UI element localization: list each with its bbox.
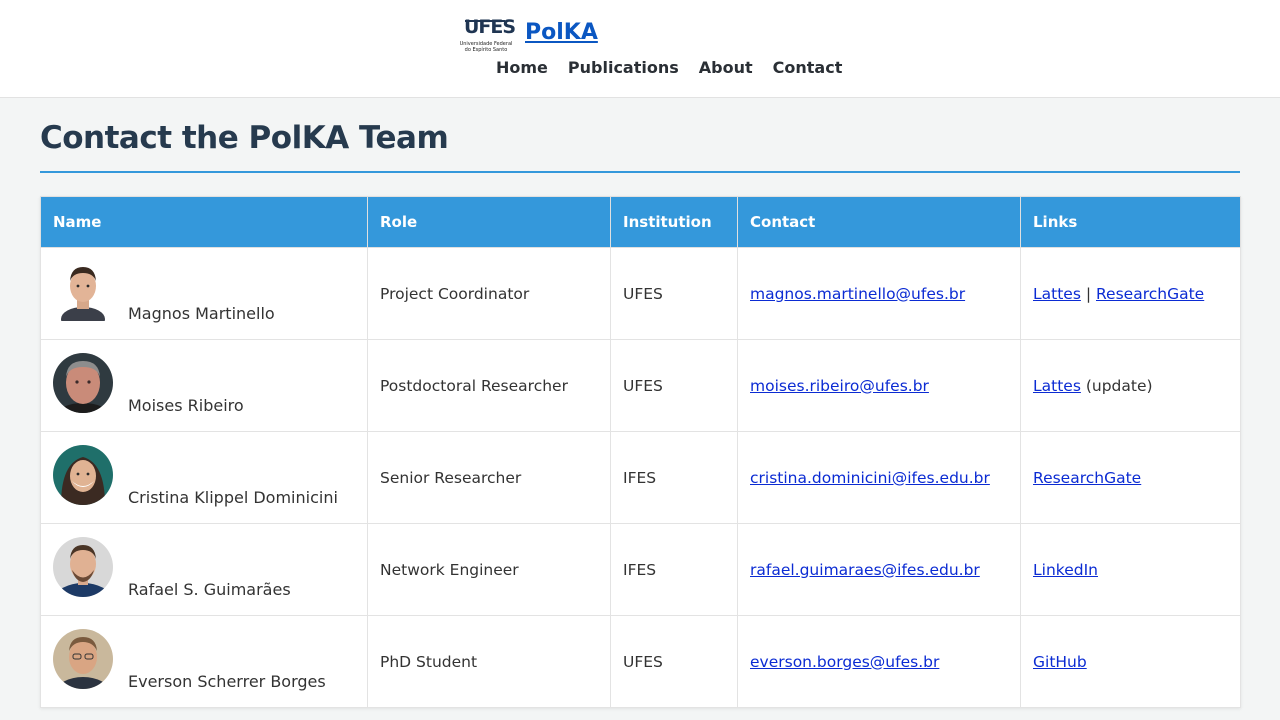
- email-link[interactable]: everson.borges@ufes.br: [750, 653, 939, 671]
- contact-cell: cristina.dominicini@ifes.edu.br: [737, 431, 1021, 524]
- institution-cell: IFES: [610, 523, 738, 616]
- name-cell: Rafael S. Guimarães: [40, 523, 368, 616]
- email-link[interactable]: cristina.dominicini@ifes.edu.br: [750, 469, 990, 487]
- table-row: Magnos Martinello Project Coordinator UF…: [40, 247, 1241, 340]
- role-cell: Network Engineer: [367, 523, 611, 616]
- person-name: Rafael S. Guimarães: [128, 580, 291, 599]
- name-cell: Everson Scherrer Borges: [40, 615, 368, 708]
- role-cell: Postdoctoral Researcher: [367, 339, 611, 432]
- table-header-row: Name Role Institution Contact Links: [40, 196, 1241, 248]
- institution-cell: IFES: [610, 431, 738, 524]
- site-title-link[interactable]: PolKA: [525, 20, 598, 45]
- table-row: Everson Scherrer Borges PhD Student UFES…: [40, 615, 1241, 708]
- lattes-link[interactable]: Lattes: [1033, 285, 1081, 303]
- main-nav: Home Publications About Contact: [496, 58, 842, 77]
- links-cell: Lattes | ResearchGate: [1020, 247, 1241, 340]
- links-cell: LinkedIn: [1020, 523, 1241, 616]
- table-row: Moises Ribeiro Postdoctoral Researcher U…: [40, 339, 1241, 432]
- avatar-photo: [53, 629, 113, 689]
- nav-contact[interactable]: Contact: [773, 58, 843, 77]
- title-divider: [40, 171, 1240, 173]
- avatar: [53, 537, 113, 597]
- nav-publications[interactable]: Publications: [568, 58, 679, 77]
- email-link[interactable]: rafael.guimaraes@ifes.edu.br: [750, 561, 980, 579]
- name-cell: Moises Ribeiro: [40, 339, 368, 432]
- person-name: Everson Scherrer Borges: [128, 672, 326, 691]
- contact-cell: everson.borges@ufes.br: [737, 615, 1021, 708]
- brand: UFES Universidade Federal do Espírito Sa…: [457, 16, 598, 56]
- email-link[interactable]: moises.ribeiro@ufes.br: [750, 377, 929, 395]
- researchgate-link[interactable]: ResearchGate: [1096, 285, 1204, 303]
- avatar: [53, 445, 113, 505]
- page-title: Contact the PolKA Team: [40, 120, 449, 156]
- person-name: Cristina Klippel Dominicini: [128, 488, 338, 507]
- contact-cell: moises.ribeiro@ufes.br: [737, 339, 1021, 432]
- links-cell: Lattes (update): [1020, 339, 1241, 432]
- link-separator: |: [1080, 284, 1096, 303]
- institution-cell: UFES: [610, 247, 738, 340]
- avatar: [53, 353, 113, 413]
- column-header-role: Role: [367, 196, 611, 248]
- logo-subtitle-line2: do Espírito Santo: [464, 47, 508, 53]
- avatar: [53, 629, 113, 689]
- contact-cell: magnos.martinello@ufes.br: [737, 247, 1021, 340]
- column-header-links: Links: [1020, 196, 1241, 248]
- lattes-link[interactable]: Lattes: [1033, 377, 1081, 395]
- nav-home[interactable]: Home: [496, 58, 548, 77]
- person-name: Magnos Martinello: [128, 304, 275, 323]
- role-cell: Project Coordinator: [367, 247, 611, 340]
- github-link[interactable]: GitHub: [1033, 653, 1087, 671]
- role-cell: PhD Student: [367, 615, 611, 708]
- column-header-name: Name: [40, 196, 368, 248]
- avatar-photo: [53, 261, 113, 321]
- avatar-photo: [53, 353, 113, 413]
- contact-cell: rafael.guimaraes@ifes.edu.br: [737, 523, 1021, 616]
- researchgate-link[interactable]: ResearchGate: [1033, 469, 1141, 487]
- team-table: Name Role Institution Contact Links Magn…: [40, 196, 1241, 708]
- nav-about[interactable]: About: [699, 58, 753, 77]
- table-row: Rafael S. Guimarães Network Engineer IFE…: [40, 523, 1241, 616]
- links-note: (update): [1080, 376, 1153, 395]
- avatar: [53, 261, 113, 321]
- role-cell: Senior Researcher: [367, 431, 611, 524]
- institution-cell: UFES: [610, 615, 738, 708]
- site-header: UFES Universidade Federal do Espírito Sa…: [0, 0, 1280, 98]
- column-header-institution: Institution: [610, 196, 738, 248]
- avatar-photo: [53, 537, 113, 597]
- ufes-logo[interactable]: UFES Universidade Federal do Espírito Sa…: [457, 16, 517, 56]
- avatar-photo: [53, 445, 113, 505]
- logo-mark: UFES: [464, 16, 516, 38]
- email-link[interactable]: magnos.martinello@ufes.br: [750, 285, 965, 303]
- table-row: Cristina Klippel Dominicini Senior Resea…: [40, 431, 1241, 524]
- name-cell: Cristina Klippel Dominicini: [40, 431, 368, 524]
- name-cell: Magnos Martinello: [40, 247, 368, 340]
- institution-cell: UFES: [610, 339, 738, 432]
- column-header-contact: Contact: [737, 196, 1021, 248]
- logo-subtitle: Universidade Federal do Espírito Santo: [457, 41, 515, 53]
- person-name: Moises Ribeiro: [128, 396, 244, 415]
- links-cell: GitHub: [1020, 615, 1241, 708]
- linkedin-link[interactable]: LinkedIn: [1033, 561, 1098, 579]
- links-cell: ResearchGate: [1020, 431, 1241, 524]
